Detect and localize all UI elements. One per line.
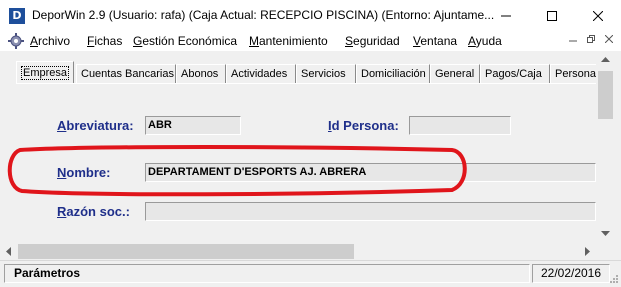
vertical-scroll-thumb[interactable] [598,71,613,119]
status-bar: Parámetros 22/02/2016 [0,260,621,287]
resize-grip-icon[interactable] [609,274,619,284]
scroll-up-arrow-icon[interactable] [601,57,610,63]
vertical-scrollbar[interactable] [597,51,614,243]
scroll-corner [597,243,614,260]
horizontal-scroll-thumb[interactable] [18,244,354,259]
horizontal-scrollbar[interactable] [0,243,597,260]
scroll-down-arrow-icon[interactable] [601,231,610,237]
scroll-left-arrow-icon[interactable] [6,247,12,256]
status-date: 22/02/2016 [532,264,610,283]
scroll-right-arrow-icon[interactable] [585,247,591,256]
tab-label: Empresa [21,66,70,80]
status-text: Parámetros [4,264,530,283]
tab-empresa[interactable]: Empresa [16,61,74,83]
